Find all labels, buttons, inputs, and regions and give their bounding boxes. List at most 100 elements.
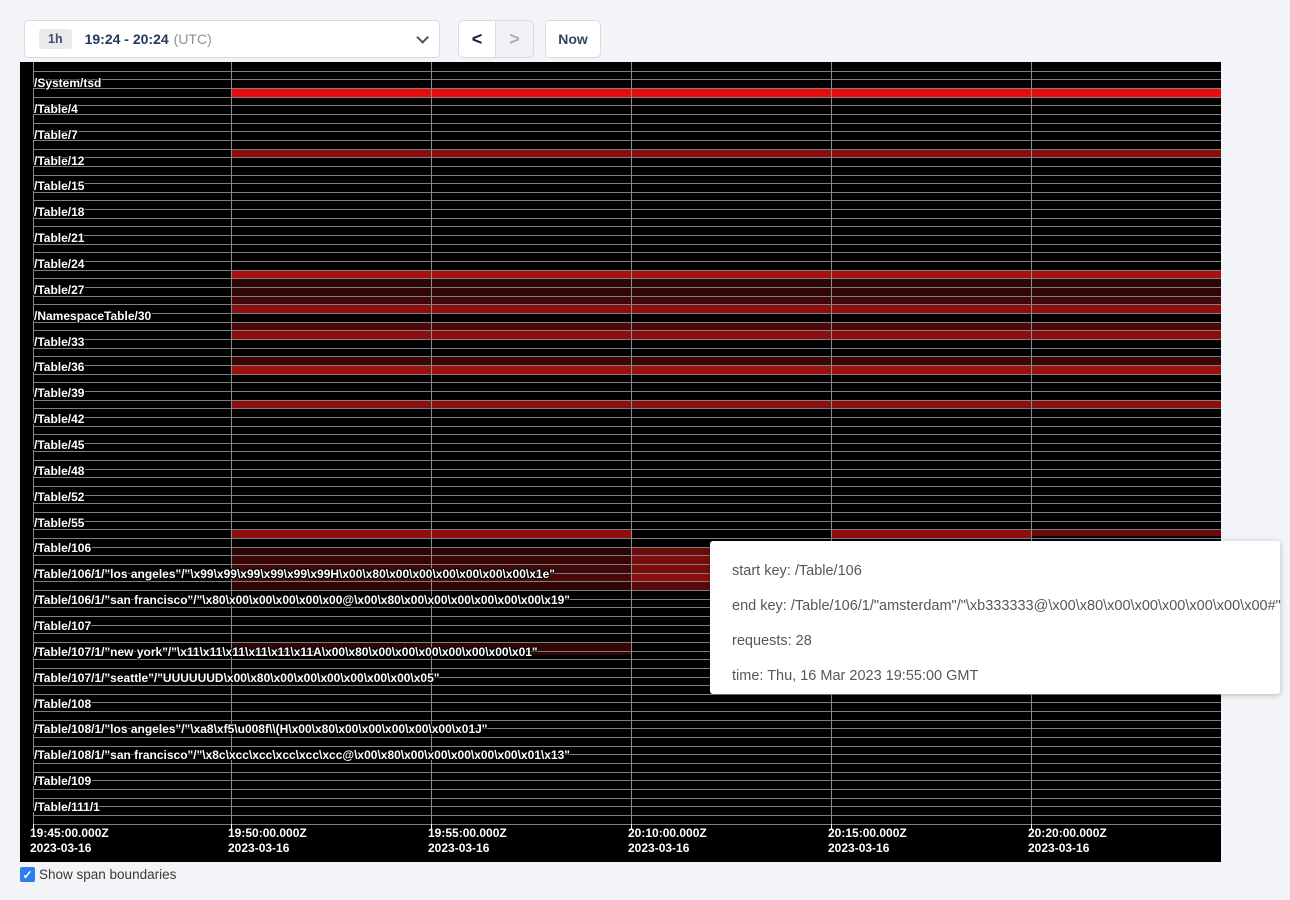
span-boundary-line xyxy=(33,365,1221,366)
span-boundaries-label: Show span boundaries xyxy=(39,867,176,882)
row-key-label: /Table/39 xyxy=(34,386,84,400)
span-boundary-line xyxy=(33,486,1221,487)
span-boundary-line xyxy=(33,538,1221,539)
x-axis-time-label: 20:10:00.000Z xyxy=(628,826,707,841)
row-key-label: /Table/107/1/"new york"/"\x11\x11\x11\x1… xyxy=(34,645,538,659)
row-key-label: /Table/33 xyxy=(34,335,84,349)
x-axis-time-label: 19:55:00.000Z xyxy=(428,826,507,841)
x-axis-time-label: 19:50:00.000Z xyxy=(228,826,307,841)
span-boundary-line xyxy=(33,322,1221,323)
span-boundary-line xyxy=(33,97,1221,98)
row-key-label: /Table/36 xyxy=(34,360,84,374)
span-boundary-line xyxy=(33,780,1221,781)
row-key-label: /Table/108 xyxy=(34,697,91,711)
x-axis-date-label: 2023-03-16 xyxy=(228,841,289,856)
x-axis-date-label: 2023-03-16 xyxy=(828,841,889,856)
time-grid-line xyxy=(1031,62,1032,824)
span-boundary-line xyxy=(33,746,1221,747)
span-boundary-line xyxy=(33,252,1221,253)
span-boundary-line xyxy=(33,720,1221,721)
row-key-label: /Table/106/1/"san francisco"/"\x80\x00\x… xyxy=(34,593,570,607)
row-key-label: /System/tsd xyxy=(34,76,101,90)
span-boundaries-checkbox[interactable]: ✓ xyxy=(20,867,35,882)
row-key-label: /NamespaceTable/30 xyxy=(34,309,151,323)
row-key-label: /Table/45 xyxy=(34,438,84,452)
heat-band xyxy=(231,296,1221,304)
span-boundary-line xyxy=(33,737,1221,738)
span-boundary-line xyxy=(33,443,1221,444)
span-boundary-line xyxy=(33,512,1221,513)
time-grid-line xyxy=(831,62,832,824)
span-boundary-line xyxy=(33,200,1221,201)
span-boundaries-toggle[interactable]: ✓ Show span boundaries xyxy=(20,867,176,882)
span-boundary-line xyxy=(33,503,1221,504)
row-key-label: /Table/107/1/"seattle"/"UUUUUUD\x00\x80\… xyxy=(34,671,439,685)
span-boundary-line xyxy=(33,772,1221,773)
time-grid-line xyxy=(631,62,632,824)
span-boundary-line xyxy=(33,278,1221,279)
span-boundary-line xyxy=(33,798,1221,799)
span-boundary-line xyxy=(33,374,1221,375)
span-boundary-line xyxy=(33,123,1221,124)
span-boundary-line xyxy=(33,711,1221,712)
span-boundary-line xyxy=(33,806,1221,807)
heat-band xyxy=(231,330,1221,339)
span-boundary-line xyxy=(33,694,1221,695)
x-axis-time-label: 19:45:00.000Z xyxy=(30,826,109,841)
span-boundary-line xyxy=(33,434,1221,435)
span-boundary-line xyxy=(33,71,1221,72)
heat-band xyxy=(831,529,1031,538)
span-boundary-line xyxy=(33,339,1221,340)
span-boundary-line xyxy=(33,114,1221,115)
span-boundary-line xyxy=(33,391,1221,392)
now-button-label: Now xyxy=(558,31,588,47)
span-boundary-line xyxy=(33,88,1221,89)
row-key-label: /Table/21 xyxy=(34,231,84,245)
span-boundary-line xyxy=(33,426,1221,427)
now-button[interactable]: Now xyxy=(545,20,601,58)
time-grid-line xyxy=(231,62,232,824)
heat-band xyxy=(231,365,1221,374)
span-boundary-line xyxy=(33,218,1221,219)
span-boundary-line xyxy=(33,131,1221,132)
span-boundary-line xyxy=(33,382,1221,383)
tooltip-requests: requests: 28 xyxy=(732,624,1258,659)
x-axis-time-label: 20:20:00.000Z xyxy=(1028,826,1107,841)
span-boundary-line xyxy=(33,140,1221,141)
check-icon: ✓ xyxy=(22,868,32,882)
row-key-label: /Table/27 xyxy=(34,283,84,297)
next-button[interactable]: > xyxy=(496,20,534,58)
row-key-label: /Table/109 xyxy=(34,774,91,788)
span-boundary-line xyxy=(33,149,1221,150)
x-axis-date-label: 2023-03-16 xyxy=(628,841,689,856)
tooltip-end-key: end key: /Table/106/1/"amsterdam"/"\xb33… xyxy=(732,589,1258,624)
span-boundary-line xyxy=(33,313,1221,314)
span-boundary-line xyxy=(33,356,1221,357)
span-boundary-line xyxy=(33,175,1221,176)
chevron-left-icon: < xyxy=(472,29,483,50)
span-boundary-line xyxy=(33,477,1221,478)
time-range-selector[interactable]: 1h 19:24 - 20:24 (UTC) xyxy=(24,20,440,58)
span-boundary-line xyxy=(33,226,1221,227)
chevron-right-icon: > xyxy=(509,29,520,50)
row-key-label: /Table/52 xyxy=(34,490,84,504)
span-boundary-line xyxy=(33,166,1221,167)
span-boundary-line xyxy=(33,789,1221,790)
span-boundary-line xyxy=(33,702,1221,703)
span-boundary-line xyxy=(33,400,1221,401)
span-boundary-line xyxy=(33,469,1221,470)
span-boundary-line xyxy=(33,192,1221,193)
row-key-label: /Table/106 xyxy=(34,541,91,555)
keyvis-heatmap-canvas[interactable]: /System/tsd/Table/4/Table/7/Table/12/Tab… xyxy=(20,62,1221,862)
span-boundary-line xyxy=(33,348,1221,349)
row-key-label: /Table/107 xyxy=(34,619,91,633)
time-range-zone: (UTC) xyxy=(174,31,212,47)
row-key-label: /Table/24 xyxy=(34,257,84,271)
prev-button[interactable]: < xyxy=(458,20,496,58)
span-boundary-line xyxy=(33,105,1221,106)
row-key-label: /Table/12 xyxy=(34,154,84,168)
span-boundary-line xyxy=(33,330,1221,331)
row-key-label: /Table/108/1/"los angeles"/"\xa8\xf5\u00… xyxy=(34,722,488,736)
heat-band xyxy=(231,304,1221,313)
span-boundary-line xyxy=(33,529,1221,530)
